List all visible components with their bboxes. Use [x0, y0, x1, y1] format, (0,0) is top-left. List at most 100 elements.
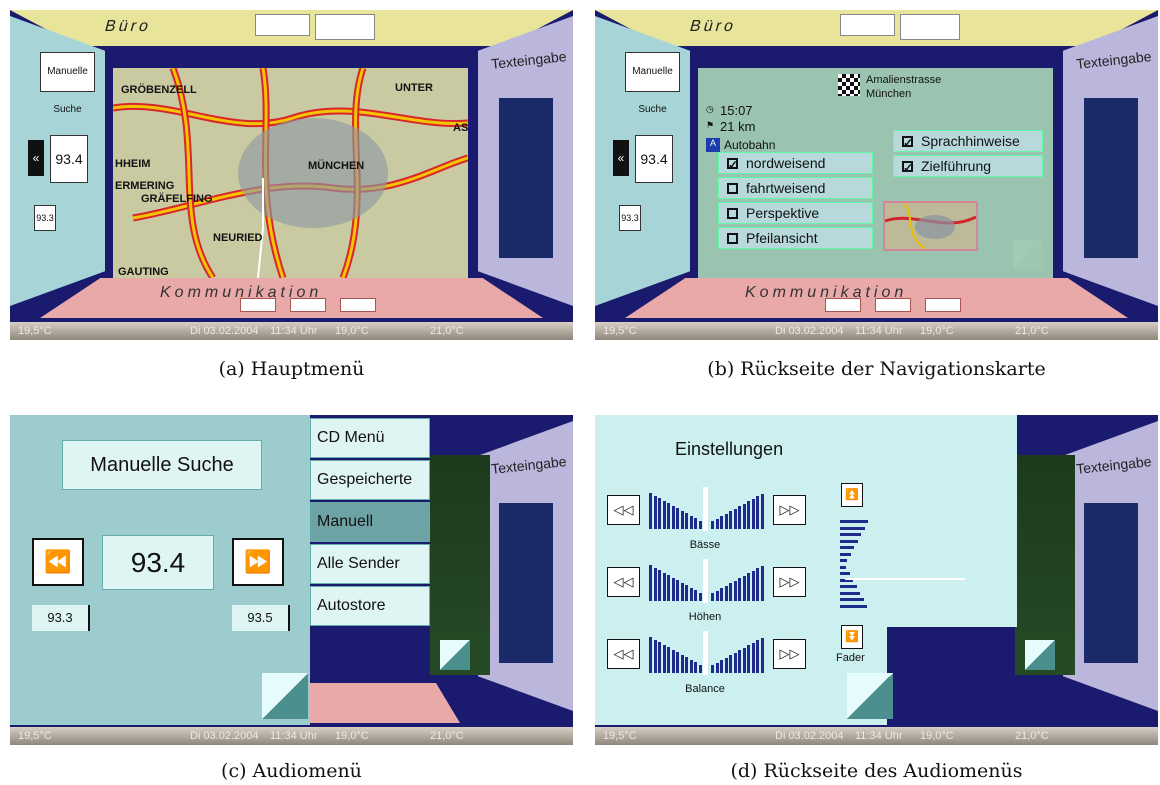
rewind-icon[interactable]: ⏪ — [32, 538, 84, 586]
option-label: Sprachhinweise — [921, 133, 1020, 149]
eq-bar — [658, 642, 661, 673]
option-nordweisend[interactable]: nordweisend — [718, 152, 873, 175]
panel-audiomenu: Texteingabe Manuelle Suche ⏪ 93.4 ⏩ 93.3… — [10, 415, 573, 745]
audio-card: Manuelle Suche ⏪ 93.4 ⏩ 93.3 93.5 — [10, 415, 310, 725]
increase-icon[interactable]: ▷▷ — [773, 495, 806, 525]
eq-bar — [662, 500, 666, 529]
floor-card[interactable] — [240, 298, 276, 312]
menu-item-autostore[interactable]: Autostore — [310, 586, 430, 626]
page-curl-icon[interactable] — [1025, 640, 1055, 670]
status-temp-mid: 19,0°C — [920, 730, 954, 742]
caption-d: (d) Rückseite des Audiomenüs — [730, 760, 1023, 782]
eq-bar — [751, 642, 755, 673]
status-temp-left: 19,5°C — [603, 325, 637, 337]
eq-bar — [698, 664, 702, 673]
left-wall-freq-prev[interactable]: 93.3 — [34, 205, 56, 231]
eq-bar — [653, 567, 657, 601]
option-label: Perspektive — [746, 205, 820, 221]
floor-card[interactable] — [290, 298, 326, 312]
option-fahrtweisend[interactable]: fahrtweisend — [718, 177, 873, 199]
option-pfeilansicht[interactable]: Pfeilansicht — [718, 227, 873, 249]
treble-level[interactable] — [647, 559, 764, 603]
page-curl-icon[interactable] — [262, 673, 308, 719]
floor-card[interactable] — [875, 298, 911, 312]
eq-bar — [649, 493, 652, 529]
eq-bar — [667, 575, 670, 601]
ceiling-note[interactable] — [255, 14, 310, 36]
eq-bar — [680, 510, 684, 529]
menu-item-cd[interactable]: CD Menü — [310, 418, 430, 458]
ceiling-note[interactable] — [840, 14, 895, 36]
balance-level[interactable] — [647, 631, 764, 675]
status-bar: 19,5°C Di 03.02.2004 11:34 Uhr 19,0°C 21… — [595, 322, 1158, 340]
status-date: Di 03.02.2004 — [775, 325, 844, 337]
option-perspektive[interactable]: Perspektive — [718, 202, 873, 224]
caption-b: (b) Rückseite der Navigationskarte — [707, 358, 1046, 380]
menu-item-manuell[interactable]: Manuell — [310, 502, 430, 542]
left-wall-freq: 93.4 — [635, 135, 673, 183]
floor-card[interactable] — [340, 298, 376, 312]
option-sprachhinweise[interactable]: Sprachhinweise — [893, 130, 1043, 153]
navigation-map[interactable]: GRÖBENZELL UNTER AS HHEIM MÜNCHEN ERMERI… — [113, 68, 468, 278]
eq-bar — [689, 515, 693, 529]
fader-level[interactable] — [840, 520, 870, 615]
eq-bar — [689, 659, 693, 673]
bass-label: Bässe — [689, 539, 721, 551]
eq-bar — [715, 518, 719, 529]
fader-bar — [840, 585, 857, 588]
ceiling-calendar[interactable] — [315, 14, 375, 40]
floor-card[interactable] — [825, 298, 861, 312]
freq-next-button[interactable]: 93.5 — [232, 605, 290, 631]
eq-bar — [756, 640, 759, 673]
status-time: 11:34 Uhr — [855, 730, 903, 742]
page-curl-icon[interactable] — [440, 640, 470, 670]
keypad[interactable] — [1084, 98, 1138, 258]
eq-bar — [747, 573, 750, 601]
bass-level[interactable] — [647, 487, 764, 531]
eq-bar — [733, 652, 737, 673]
decrease-icon[interactable]: ◁◁ — [607, 495, 640, 525]
menu-item-alle-sender[interactable]: Alle Sender — [310, 544, 430, 584]
rewind-icon[interactable]: « — [613, 140, 629, 176]
settings-card-extension — [887, 415, 1017, 627]
eq-bar — [742, 575, 746, 601]
navigation-card-back: Amalienstrasse München ◷ 15:07 ⚑ 21 km A… — [698, 68, 1053, 278]
mini-map[interactable] — [883, 201, 978, 251]
page-curl-icon[interactable] — [847, 673, 893, 719]
eq-bar — [715, 590, 719, 601]
eq-bar — [662, 644, 666, 673]
eq-bar — [742, 647, 746, 673]
eq-bar — [694, 590, 697, 601]
keypad[interactable] — [499, 98, 553, 258]
decrease-icon[interactable]: ◁◁ — [607, 567, 640, 597]
option-zielfuehrung[interactable]: Zielführung — [893, 155, 1043, 178]
status-temp-right: 21,0°C — [430, 730, 464, 742]
keypad[interactable] — [1084, 503, 1138, 663]
rewind-icon[interactable]: « — [28, 140, 44, 176]
eq-bar — [738, 650, 741, 673]
left-wall-search-label[interactable]: Manuelle Suche — [40, 52, 95, 115]
status-temp-right: 21,0°C — [430, 325, 464, 337]
status-date: Di 03.02.2004 — [190, 730, 259, 742]
fast-forward-icon[interactable]: ⏩ — [232, 538, 284, 586]
increase-icon[interactable]: ▷▷ — [773, 639, 806, 669]
freq-prev-button[interactable]: 93.3 — [32, 605, 90, 631]
left-wall-search-label[interactable]: Manuelle Suche — [625, 52, 680, 115]
menu-item-gespeicherte[interactable]: Gespeicherte — [310, 460, 430, 500]
floor-card[interactable] — [925, 298, 961, 312]
ceiling-calendar[interactable] — [900, 14, 960, 40]
keypad[interactable] — [499, 503, 553, 663]
eq-bar — [649, 637, 652, 673]
status-bar: 19,5°C Di 03.02.2004 11:34 Uhr 19,0°C 21… — [10, 322, 573, 340]
eq-bar — [680, 582, 684, 601]
eq-bar — [756, 496, 759, 529]
fader-down-icon[interactable]: ⏬ — [841, 625, 863, 649]
eq-bar — [720, 588, 723, 601]
increase-icon[interactable]: ▷▷ — [773, 567, 806, 597]
left-wall-freq-prev[interactable]: 93.3 — [619, 205, 641, 231]
fader-up-icon[interactable]: ⏫ — [841, 483, 863, 507]
eq-bar — [680, 654, 684, 673]
eq-bar — [724, 513, 728, 529]
decrease-icon[interactable]: ◁◁ — [607, 639, 640, 669]
eq-bar — [751, 570, 755, 601]
